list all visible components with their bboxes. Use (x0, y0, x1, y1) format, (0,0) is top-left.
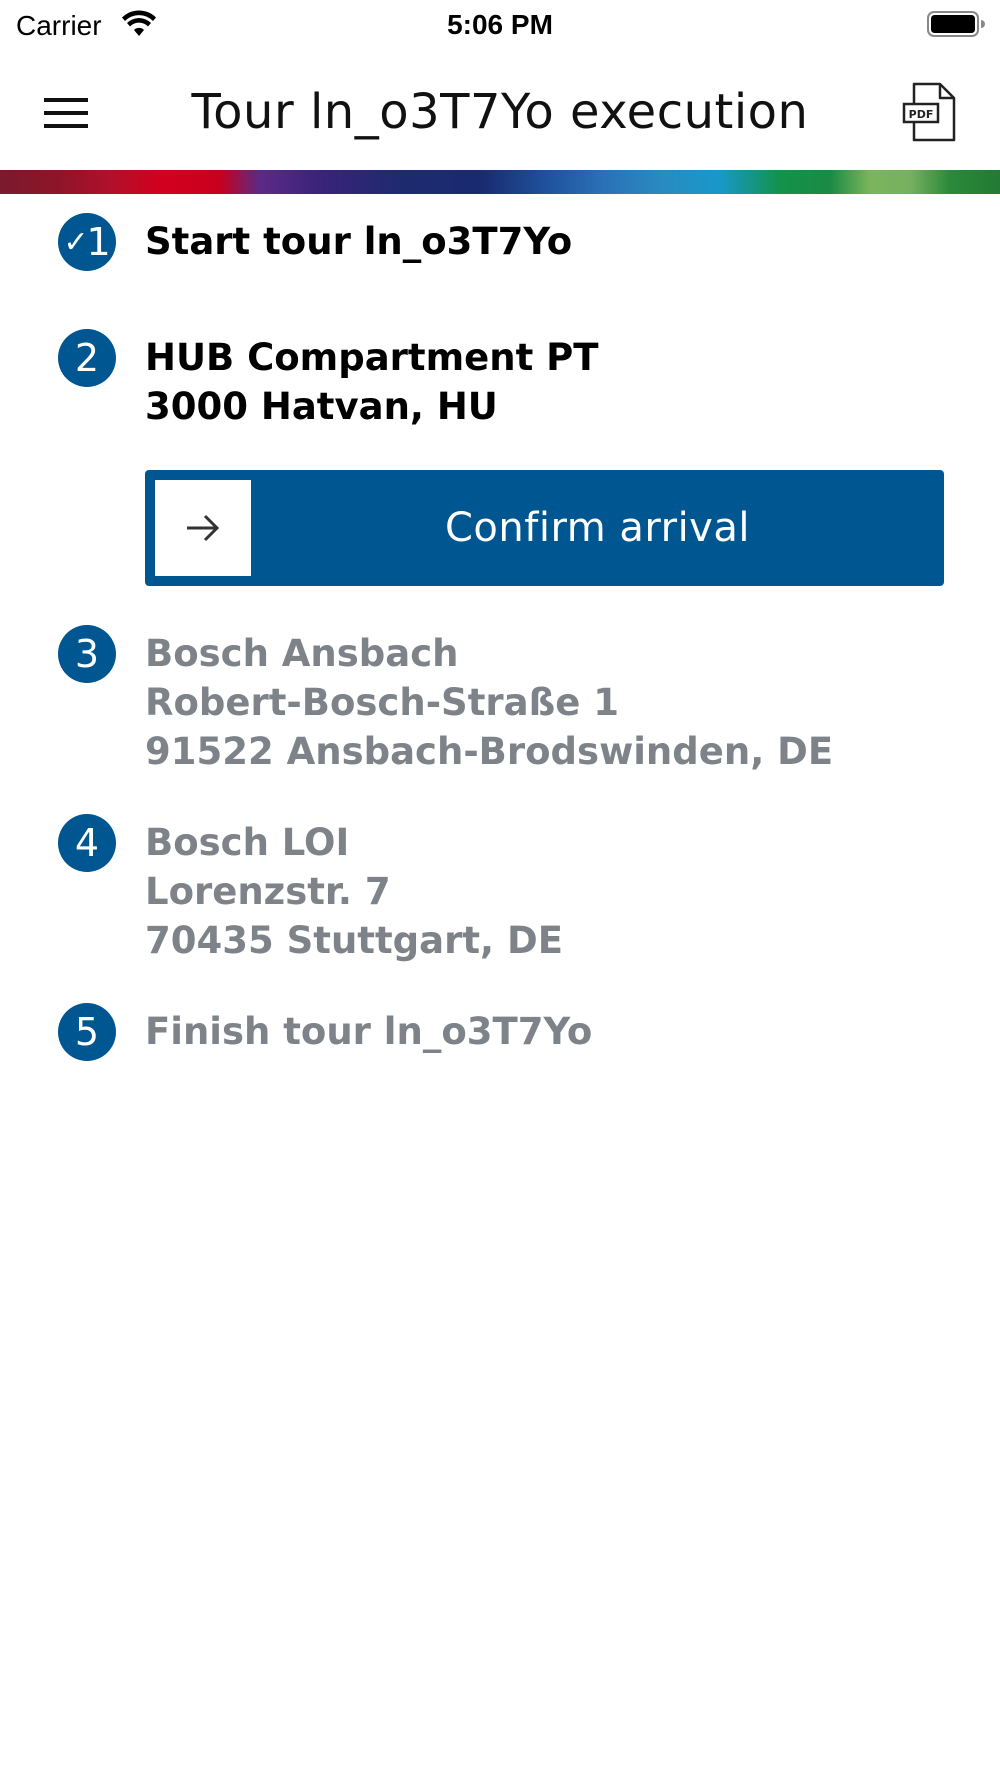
step-line: HUB Compartment PT (145, 336, 599, 379)
step-3-badge: 3 (58, 625, 116, 683)
brand-color-stripe (0, 170, 1000, 194)
step-1-text: Start tour ln_o3T7Yo (145, 217, 572, 266)
step-1-badge: ✓ 1 (58, 213, 116, 271)
step-5-badge: 5 (58, 1003, 116, 1061)
step-line: Lorenzstr. 7 (145, 870, 391, 913)
step-line: Robert-Bosch-Straße 1 (145, 681, 619, 724)
confirm-icon-box (155, 480, 251, 576)
step-line: 70435 Stuttgart, DE (145, 919, 563, 962)
step-3-text: Bosch Ansbach Robert-Bosch-Straße 1 9152… (145, 629, 833, 776)
pdf-button[interactable]: PDF (900, 80, 960, 144)
tour-execution-screen: Carrier 5:06 PM Tour ln_o3T7Yo execution (0, 0, 1000, 1778)
step-number: 3 (74, 632, 100, 676)
step-number: 4 (74, 821, 100, 865)
step-line: 3000 Hatvan, HU (145, 385, 498, 428)
step-5-text: Finish tour ln_o3T7Yo (145, 1007, 592, 1056)
step-2-badge: 2 (58, 329, 116, 387)
checkmark-icon: ✓ (63, 224, 89, 260)
confirm-arrival-label: Confirm arrival (445, 505, 750, 551)
arrow-right-icon (187, 514, 220, 542)
step-line: 91522 Ansbach-Brodswinden, DE (145, 730, 834, 773)
step-number: 1 (86, 220, 111, 264)
pdf-icon-text: PDF (909, 108, 934, 121)
step-number: 5 (74, 1010, 100, 1054)
status-time: 5:06 PM (447, 9, 553, 40)
step-line: Bosch LOI (145, 821, 350, 864)
step-4-badge: 4 (58, 814, 116, 872)
step-number: 2 (74, 336, 100, 380)
confirm-arrival-button[interactable]: Confirm arrival (145, 470, 944, 586)
battery-icon (927, 11, 985, 37)
step-4-text: Bosch LOI Lorenzstr. 7 70435 Stuttgart, … (145, 818, 563, 965)
step-line: Bosch Ansbach (145, 632, 459, 675)
navigation-bar: Tour ln_o3T7Yo execution PDF (0, 60, 1000, 170)
status-bar: Carrier 5:06 PM (0, 0, 1000, 50)
step-line: Start tour ln_o3T7Yo (145, 220, 573, 263)
page-title: Tour ln_o3T7Yo execution (191, 84, 809, 140)
step-line: Finish tour ln_o3T7Yo (145, 1010, 593, 1053)
pdf-document-icon: PDF (902, 82, 956, 142)
step-2-text: HUB Compartment PT 3000 Hatvan, HU (145, 333, 599, 431)
